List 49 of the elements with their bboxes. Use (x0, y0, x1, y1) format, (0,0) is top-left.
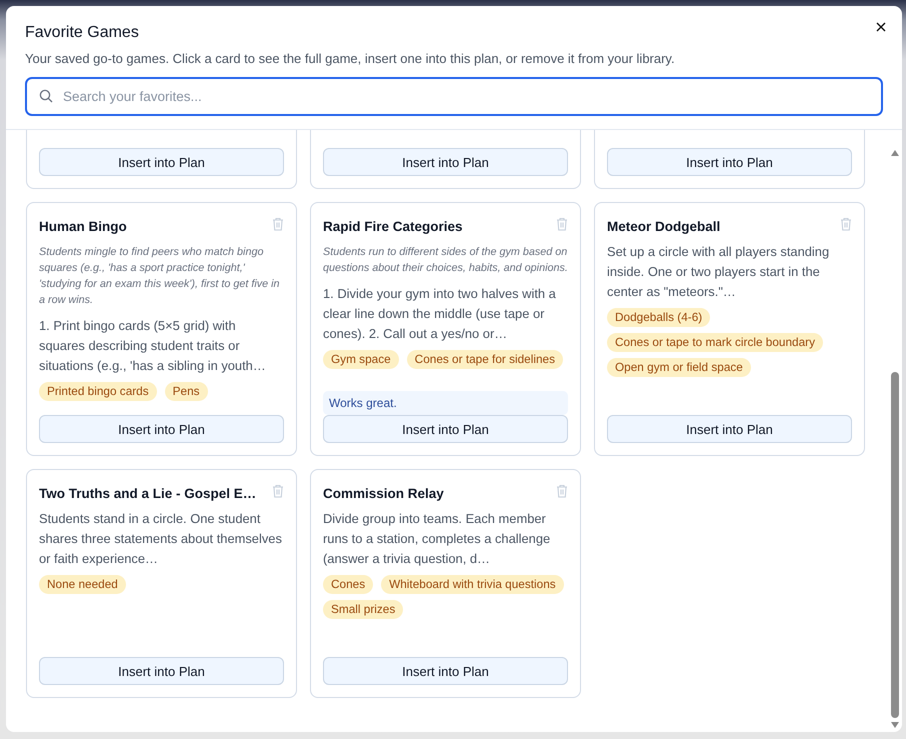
equipment-tag: None needed (39, 575, 126, 594)
insert-button[interactable]: Insert into Plan (39, 415, 284, 443)
dialog-subtitle: Your saved go-to games. Click a card to see the full game, insert one into this plan, or remove it from your library. (25, 51, 676, 66)
game-description: 1. Divide your gym into two halves with a clear line down the middle (use tape or cones). 2. Call out a yes/no or… (323, 285, 557, 343)
game-card[interactable] (310, 202, 581, 456)
game-title: Two Truths and a Lie - Gospel E… (39, 486, 256, 501)
game-card[interactable]: Insert into Plan (310, 130, 581, 189)
equipment-tag: Cones (323, 575, 374, 594)
game-title: Rapid Fire Categories (323, 219, 463, 234)
insert-button[interactable]: Insert into Plan (607, 148, 852, 176)
game-description: Students stand in a circle. One student shares three statements about themselves or faith experience… (39, 510, 283, 568)
insert-button[interactable]: Insert into Plan (607, 415, 852, 443)
equipment-tag: Cones or tape to mark circle boundary (607, 333, 823, 352)
game-card[interactable] (26, 202, 297, 456)
insert-button[interactable]: Insert into Plan (39, 657, 284, 685)
game-card[interactable]: Two Truths and a Lie - Gospel E… Students stand in a circle. One student shares three statements about themselves or faith experience… None needed Insert into Plan (26, 469, 297, 698)
dialog-title: Favorite Games (25, 24, 139, 42)
close-button[interactable] (874, 20, 888, 34)
scrollbar-thumb[interactable] (891, 372, 899, 718)
close-icon (876, 22, 886, 32)
game-title: Commission Relay (323, 486, 444, 501)
equipment-tag: Small prizes (323, 600, 404, 619)
equipment-tag: Dodgeballs (4-6) (607, 308, 710, 327)
search-field[interactable]: Search your favorites... (25, 77, 883, 116)
equipment-tag: Pens (164, 382, 208, 401)
game-summary: Students run to different sides of the gym based on questions about their choices, habits, and opinions. (323, 245, 568, 276)
search-icon (39, 89, 53, 103)
insert-button[interactable]: Insert into Plan (323, 415, 568, 443)
equipment-tag: Open gym or field space (607, 358, 751, 377)
equipment-tag: Gym space (323, 350, 399, 369)
scroll-up-icon[interactable] (891, 150, 899, 156)
game-card[interactable]: Insert into Plan (26, 130, 297, 189)
game-title: Meteor Dodgeball (607, 219, 720, 234)
game-note: Works great. (323, 391, 568, 415)
game-description: 1. Print bingo cards (5×5 grid) with squares describing student traits or situations (e.g., 'has a sibling in youth… (39, 317, 267, 375)
equipment-tag: Printed bingo cards (39, 382, 157, 401)
game-summary: Students mingle to find peers who match bingo squares (e.g., 'has a sport practice tonight,' 'studying for an exam this week'), first to get five in a row wins. (39, 245, 281, 308)
game-card[interactable]: Commission Relay Divide group into teams. Each member runs to a station, completes a challenge (answer a trivia question, d… Cones Whiteboard with trivia questions Small prizes Insert into Plan (310, 469, 581, 698)
insert-button[interactable]: Insert into Plan (39, 148, 284, 176)
game-title: Human Bingo (39, 219, 127, 234)
equipment-tag: Whiteboard with trivia questions (381, 575, 564, 594)
scroll-down-icon[interactable] (891, 722, 899, 728)
insert-button[interactable]: Insert into Plan (323, 657, 568, 685)
game-description: Set up a circle with all players standing inside. One or two players start in the center as "meteors."… (607, 243, 830, 301)
game-card[interactable]: Insert into Plan (594, 130, 865, 189)
equipment-tag: Cones or tape for sidelines (406, 350, 564, 369)
insert-button[interactable]: Insert into Plan (323, 148, 568, 176)
game-description: Divide group into teams. Each member runs to a station, completes a challenge (answer a trivia question, d… (323, 510, 552, 568)
game-card[interactable] (594, 202, 865, 456)
